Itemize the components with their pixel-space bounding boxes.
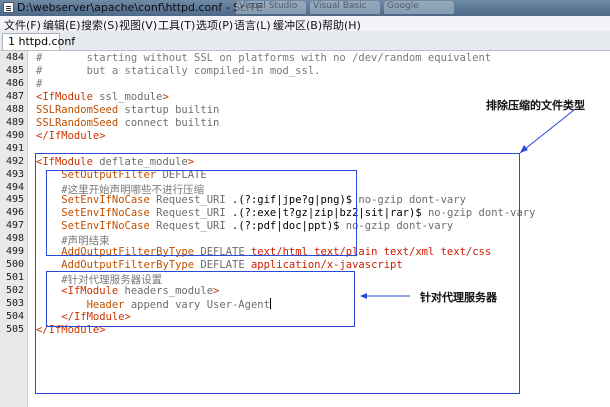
scite-app-icon [3, 2, 14, 13]
code-editor[interactable]: 484 # starting without SSL on platforms w… [0, 51, 610, 407]
compress-arrow-line [519, 109, 575, 154]
menu-bar: 文件(F) 编辑(E) 搜索(S) 视图(V) 工具(T) 选项(P) 语言(L… [0, 16, 610, 32]
compress-annotation-label: 排除压缩的文件类型 [486, 99, 585, 112]
proxy-annotation-label: 针对代理服务器 [420, 291, 497, 304]
ghost-tab-1: Visual Studio [236, 1, 306, 14]
window-titlebar[interactable]: D:\webserver\apache\conf\httpd.conf - Sc… [0, 0, 610, 16]
background-taskbar-tabs: Visual Studio Visual Basic Google [236, 1, 454, 15]
buffer-tab-bar: 1 httpd.conf [0, 31, 610, 51]
ghost-tab-3: Google [384, 1, 454, 14]
tab-httpd-conf[interactable]: 1 httpd.conf [2, 33, 75, 50]
compress-arrowhead [520, 145, 528, 153]
window-title: D:\webserver\apache\conf\httpd.conf - Sc… [17, 1, 263, 14]
ghost-tab-2: Visual Basic [310, 1, 380, 14]
tab-label: 1 httpd.conf [8, 35, 76, 48]
proxy-arrowhead [360, 293, 367, 299]
